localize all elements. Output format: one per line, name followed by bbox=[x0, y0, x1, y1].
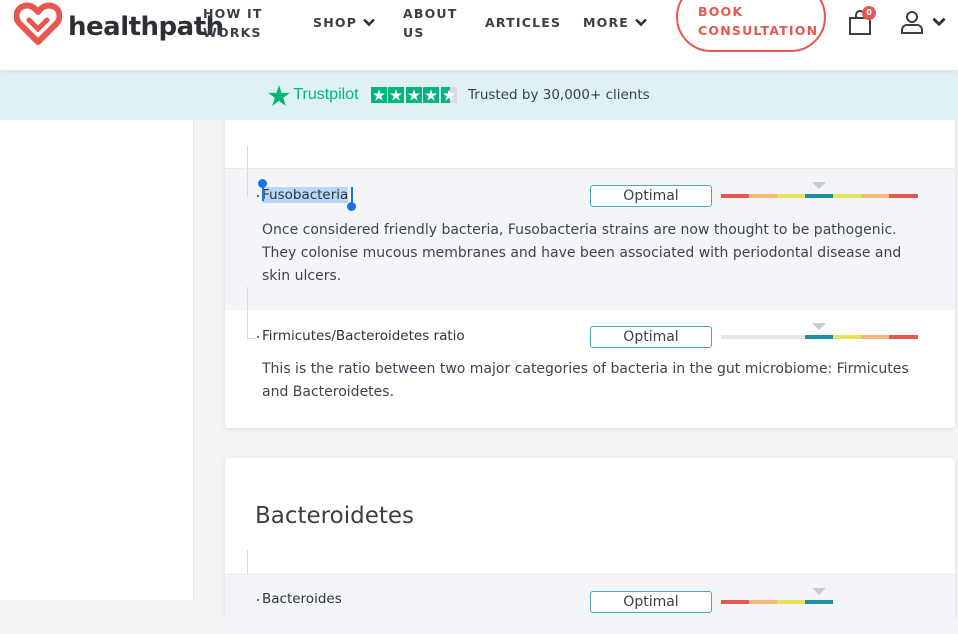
trust-text: Trusted by 30,000+ clients bbox=[468, 87, 650, 103]
nav-about-us[interactable]: ABOUT US bbox=[403, 4, 458, 42]
chevron-down-icon bbox=[363, 13, 375, 32]
range-bar bbox=[721, 323, 918, 339]
results-card: Fusobacteria Optimal Once considered fri… bbox=[225, 100, 955, 428]
book-consultation-button[interactable]: BOOK CONSULTATION bbox=[676, 0, 826, 52]
result-name: Firmicutes/Bacteroidetes ratio bbox=[257, 328, 465, 344]
selection-end-stem bbox=[350, 187, 353, 203]
rating-star-icon bbox=[370, 87, 387, 103]
rating-half-star-icon bbox=[440, 87, 457, 103]
range-segment-low-orange bbox=[749, 194, 777, 198]
range-segment-high-yellow bbox=[833, 194, 861, 198]
trustpilot-brand: Trustpilot bbox=[293, 86, 359, 103]
result-row[interactable]: Fusobacteria Optimal Once considered fri… bbox=[225, 168, 955, 311]
rating-star-icon bbox=[423, 87, 440, 103]
rating-star-icon bbox=[388, 87, 405, 103]
section-title: Bacteroidetes bbox=[255, 503, 415, 529]
nav-about-line2: US bbox=[403, 25, 425, 40]
range-segment-high-orange bbox=[861, 194, 889, 198]
tree-connector bbox=[247, 310, 248, 338]
nav-about-line1: ABOUT bbox=[403, 6, 458, 21]
account-menu[interactable] bbox=[900, 10, 946, 34]
range-segment-low-gray bbox=[721, 335, 805, 339]
range-bar bbox=[721, 588, 918, 604]
selection-end-handle[interactable] bbox=[347, 202, 356, 211]
status-badge: Optimal bbox=[590, 326, 712, 348]
sidebar-divider bbox=[193, 120, 194, 600]
logo[interactable]: healthpath bbox=[14, 2, 224, 46]
result-row[interactable]: Firmicutes/Bacteroidetes ratio Optimal T… bbox=[225, 310, 955, 428]
nav-how-it-works[interactable]: HOW IT WORKS bbox=[203, 4, 263, 42]
range-segment-optimal bbox=[805, 194, 833, 198]
section-card-bacteroidetes: Bacteroidetes Bacteroides Optimal bbox=[225, 458, 955, 634]
result-name: Bacteroides bbox=[257, 591, 342, 607]
result-name-text[interactable]: Fusobacteria bbox=[262, 187, 349, 203]
book-label-line1: BOOK bbox=[698, 4, 744, 19]
result-description: This is the ratio between two major cate… bbox=[262, 361, 909, 400]
nav-shop-label: SHOP bbox=[313, 15, 358, 30]
nav-how-it-works-line2: WORKS bbox=[203, 25, 262, 40]
nav-articles-label: ARTICLES bbox=[485, 15, 562, 30]
range-marker-icon bbox=[812, 588, 826, 595]
range-segment-low-yellow bbox=[777, 194, 805, 198]
nav-articles[interactable]: ARTICLES bbox=[485, 13, 561, 32]
range-bar bbox=[721, 182, 918, 198]
trust-bar: Trustpilot Trusted by 30,000+ clients bbox=[0, 70, 958, 120]
tree-connector bbox=[247, 287, 248, 311]
range-segment-high-orange bbox=[861, 335, 889, 339]
star-icon bbox=[268, 84, 291, 106]
brand-name: healthpath bbox=[68, 12, 224, 42]
range-marker-icon bbox=[812, 323, 826, 330]
cart-count-badge: 0 bbox=[862, 6, 876, 20]
result-name-text: Firmicutes/Bacteroidetes ratio bbox=[262, 328, 465, 344]
range-segment-high-red bbox=[889, 194, 918, 198]
status-badge: Optimal bbox=[590, 591, 712, 613]
range-segment-high-yellow bbox=[833, 335, 861, 339]
result-name-text: Bacteroides bbox=[262, 591, 342, 607]
bullet-dot bbox=[257, 195, 259, 197]
nav-how-it-works-line1: HOW IT bbox=[203, 6, 263, 21]
user-icon bbox=[901, 11, 923, 34]
result-description: Once considered friendly bacteria, Fusob… bbox=[262, 222, 902, 284]
status-badge: Optimal bbox=[590, 185, 712, 207]
range-segment-high-red bbox=[889, 335, 918, 339]
sidebar bbox=[0, 120, 193, 600]
chevron-down-icon bbox=[932, 17, 946, 27]
bullet-dot bbox=[257, 599, 259, 601]
book-label-line2: CONSULTATION bbox=[698, 23, 819, 38]
range-segment-low-yellow bbox=[777, 600, 805, 604]
heart-logo-icon bbox=[14, 2, 62, 45]
selection-start-stem bbox=[261, 185, 264, 201]
result-name: Fusobacteria bbox=[257, 187, 349, 203]
range-segment-low-orange bbox=[749, 600, 777, 604]
range-marker-icon bbox=[812, 182, 826, 189]
trustpilot-logo[interactable]: Trustpilot bbox=[268, 84, 359, 106]
range-segment-optimal bbox=[805, 335, 833, 339]
range-segment-low-red bbox=[721, 194, 749, 198]
cart-button[interactable]: 0 bbox=[848, 6, 876, 40]
tree-branch bbox=[247, 338, 255, 339]
result-row[interactable]: Bacteroides Optimal bbox=[225, 574, 955, 634]
range-segment-optimal bbox=[805, 600, 833, 604]
range-segment-low-red bbox=[721, 600, 749, 604]
rating-star-icon bbox=[405, 87, 422, 103]
nav-more[interactable]: MORE bbox=[583, 13, 647, 32]
nav-more-label: MORE bbox=[583, 15, 630, 30]
tree-connector bbox=[247, 169, 248, 197]
nav-shop[interactable]: SHOP bbox=[313, 13, 375, 32]
tree-connector bbox=[247, 550, 248, 574]
site-header: healthpath HOW IT WORKS SHOP ABOUT US AR… bbox=[0, 0, 958, 70]
bullet-dot bbox=[257, 336, 259, 338]
trustpilot-rating-stars bbox=[370, 87, 459, 103]
chevron-down-icon bbox=[635, 13, 647, 32]
